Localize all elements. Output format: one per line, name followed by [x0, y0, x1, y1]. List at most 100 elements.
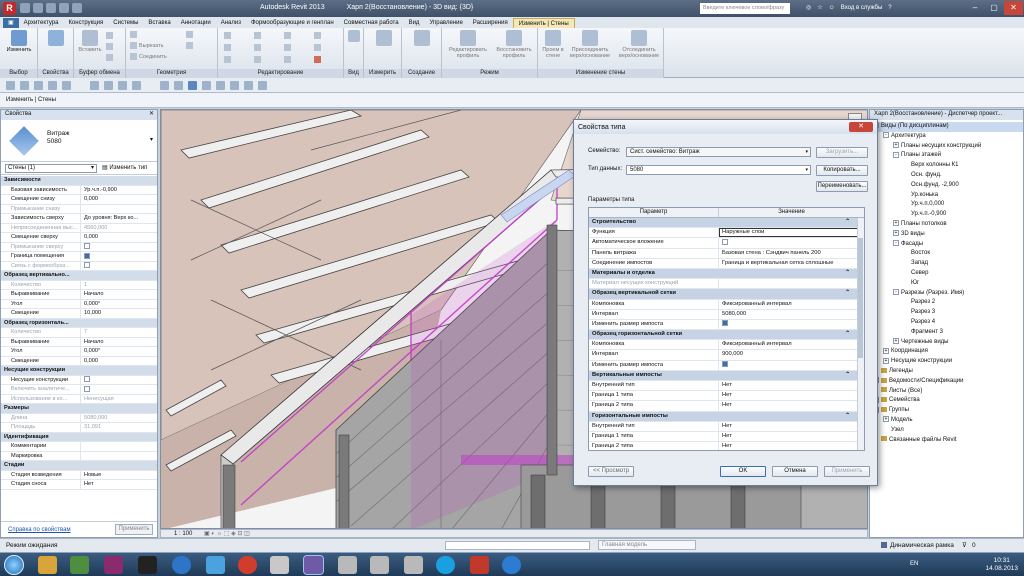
browser-tree-item[interactable]: + Планы несущих конструкций [870, 142, 1023, 152]
parameter-checkbox[interactable] [722, 320, 728, 327]
align-button[interactable] [224, 32, 233, 39]
property-value[interactable]: 0,000° [81, 300, 157, 309]
property-value[interactable]: 10,000 [81, 309, 157, 318]
property-value[interactable] [81, 452, 157, 461]
property-value[interactable] [81, 252, 157, 261]
tool-icon-8[interactable] [118, 81, 127, 90]
user-icon[interactable]: ☺ [829, 5, 835, 11]
browser-tree-item[interactable]: Легенды [870, 367, 1023, 377]
browser-tree-item[interactable]: Разрез 4 [870, 318, 1023, 328]
parameter-group-header[interactable]: Горизонтальные импосты ⌃ [589, 411, 864, 422]
tool-icon-14[interactable] [216, 81, 225, 90]
ribbon-tab[interactable]: Системы [108, 18, 143, 28]
browser-tree-item[interactable]: +Семейства [870, 396, 1023, 406]
copy-small-button[interactable] [106, 32, 115, 39]
save-icon[interactable] [33, 3, 43, 13]
property-value[interactable] [81, 205, 157, 214]
property-value[interactable]: Ур.ч.п.-0,900 [81, 186, 157, 195]
parameter-value[interactable] [719, 238, 864, 247]
paint-button[interactable] [186, 42, 195, 49]
property-value[interactable] [81, 442, 157, 451]
tool-icon-9[interactable] [132, 81, 141, 90]
modify-button[interactable]: Изменить [4, 30, 34, 53]
ribbon-tab[interactable]: Изменить | Стены [512, 18, 575, 28]
browser-tree-item[interactable]: Фрагмент 3 [870, 328, 1023, 338]
parameter-group-header[interactable]: Образец горизонтальной сетки ⌃ [589, 330, 864, 341]
ribbon-tab[interactable]: Совместная работа [339, 18, 404, 28]
windows-start-icon[interactable] [4, 555, 24, 575]
parameter-value[interactable] [719, 279, 864, 288]
property-checkbox[interactable] [84, 376, 90, 383]
type-properties-button[interactable] [46, 30, 66, 47]
open-icon[interactable] [20, 3, 30, 13]
tool-icon-17[interactable] [258, 81, 267, 90]
array-button[interactable] [284, 56, 293, 63]
app-icon-6[interactable] [206, 556, 225, 574]
property-value[interactable]: До уровня: Верх ко... [81, 214, 157, 223]
collapse-icon[interactable]: - [893, 151, 899, 158]
collapse-icon[interactable]: ⌃ [845, 269, 850, 279]
property-value[interactable]: Новые [81, 471, 157, 480]
property-section-header[interactable]: Зависимости [1, 176, 157, 186]
explorer-icon[interactable] [38, 556, 57, 574]
language-indicator[interactable]: EN [910, 561, 918, 567]
ribbon-tab[interactable]: Расширения [468, 18, 513, 28]
browser-tree-item[interactable]: +Ведомости/Спецификации [870, 377, 1023, 387]
collapse-icon[interactable]: ⌃ [845, 218, 850, 228]
join-button[interactable]: Соединить [130, 53, 167, 60]
print-icon[interactable] [72, 3, 82, 13]
property-value[interactable] [81, 385, 157, 394]
edit-type-button[interactable]: ▤ Изменить тип [102, 164, 147, 171]
browser-tree-item[interactable]: - Разрезы (Разрез. Имя) [870, 288, 1023, 299]
app-icon-3[interactable] [104, 556, 123, 574]
parameter-value[interactable]: Наружные слои [719, 228, 864, 238]
tool-icon-5[interactable] [62, 81, 71, 90]
parameter-value[interactable]: 5080,000 [719, 310, 864, 319]
move-button[interactable] [254, 32, 263, 39]
expand-icon[interactable]: + [893, 142, 899, 149]
property-checkbox[interactable] [84, 385, 90, 392]
split-button[interactable] [284, 44, 293, 51]
chevron-down-icon[interactable]: ▾ [150, 136, 153, 143]
collapse-icon[interactable]: - [893, 288, 899, 295]
parameter-value[interactable] [719, 361, 864, 370]
property-value[interactable]: 0,000 [81, 195, 157, 204]
split-face-button[interactable] [186, 31, 195, 38]
help-icon[interactable]: ? [888, 5, 891, 11]
parameter-group-header[interactable]: Вертикальные импосты ⌃ [589, 370, 864, 381]
collapse-icon[interactable]: - [893, 239, 899, 246]
browser-tree-item[interactable]: Верх колонны К1 [870, 161, 1023, 171]
minimize-button[interactable]: – [966, 1, 984, 15]
media-icon[interactable] [70, 556, 89, 574]
browser-tree-item[interactable]: Юг [870, 279, 1023, 289]
browser-icon[interactable] [172, 556, 191, 574]
application-menu-button[interactable]: ▣ [3, 18, 19, 28]
ribbon-tab[interactable]: Вставка [143, 18, 175, 28]
delete-button[interactable] [314, 56, 323, 63]
parameter-group-header[interactable]: Материалы и отделка ⌃ [589, 268, 864, 280]
apply-button[interactable]: Применить [115, 524, 153, 535]
browser-tree-item[interactable]: Север [870, 269, 1023, 279]
type-selector[interactable]: Витраж 5080 ▾ [1, 120, 157, 162]
parameter-checkbox[interactable] [722, 361, 728, 368]
expand-icon[interactable]: + [883, 416, 889, 423]
property-value[interactable]: Начало [81, 290, 157, 299]
property-section-header[interactable]: Размеры [1, 404, 157, 414]
ribbon-tab[interactable]: Анализ [216, 18, 246, 28]
property-section-header[interactable]: Идентификация [1, 432, 157, 442]
chrome-icon[interactable] [238, 556, 257, 574]
scrollbar-thumb[interactable] [858, 238, 863, 358]
browser-tree-item[interactable]: Осн. фунд. [870, 171, 1023, 181]
property-value[interactable]: 5080,000 [81, 414, 157, 423]
expand-icon[interactable]: + [893, 230, 899, 237]
expand-icon[interactable]: + [893, 337, 899, 344]
tool-icon-6[interactable] [90, 81, 99, 90]
parameter-value[interactable]: Нет [719, 442, 864, 450]
parameter-value[interactable]: 900,000 [719, 350, 864, 359]
browser-tree-item[interactable]: -Виды (По дисциплинам) [870, 122, 1023, 132]
parameter-value[interactable]: Нет [719, 391, 864, 400]
property-value[interactable]: 1 [81, 281, 157, 290]
browser-tree-item[interactable]: - Планы этажей [870, 151, 1023, 161]
parameter-value[interactable] [719, 320, 864, 329]
tool-icon-15[interactable] [230, 81, 239, 90]
